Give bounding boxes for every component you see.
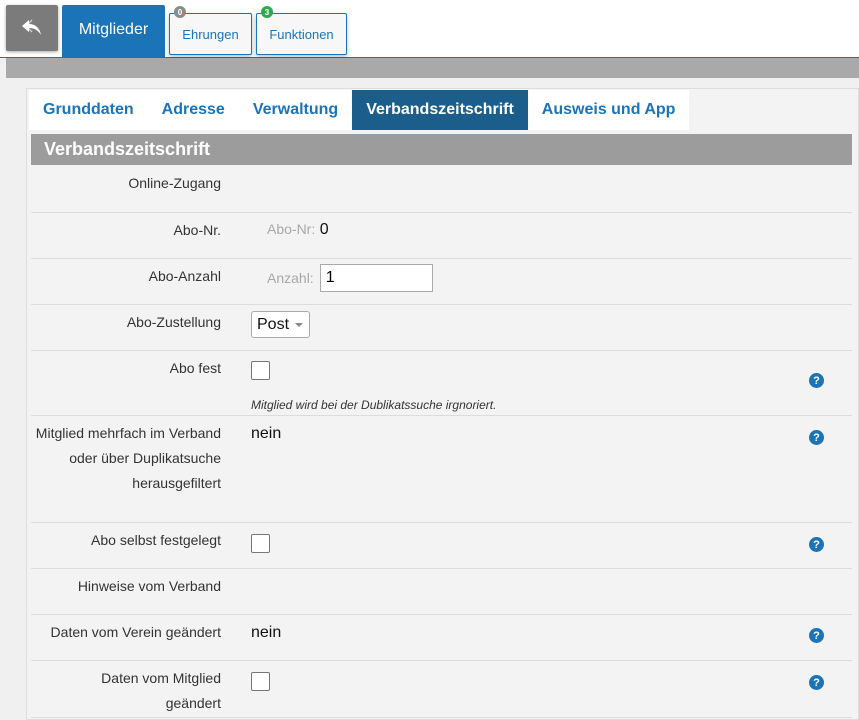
tab-mitglieder[interactable]: Mitglieder (62, 5, 165, 57)
abo-nr-prefix: Abo-Nr: (267, 221, 316, 237)
tab-funktionen[interactable]: 3 Funktionen (256, 6, 347, 55)
row-hinweise: Hinweise vom Verband (31, 569, 852, 615)
tab-ausweis-und-app[interactable]: Ausweis und App (527, 90, 690, 130)
ehrungen-count-badge: 0 (174, 6, 186, 18)
row-daten-mitglied: Daten vom Mitglied geändert ? (31, 661, 852, 718)
section-title: Verbandszeitschrift (31, 134, 852, 165)
row-online-zugang: Online-Zugang (31, 166, 852, 213)
tab-adresse[interactable]: Adresse (147, 90, 239, 130)
abo-zustellung-select[interactable]: Post (251, 311, 311, 338)
row-abo-selbst: Abo selbst festgelegt ? (31, 523, 852, 569)
tab-verwaltung[interactable]: Verwaltung (238, 90, 353, 130)
row-abo-zustellung: Abo-Zustellung Post (31, 305, 852, 351)
abo-zustellung-select-box[interactable]: Post (251, 311, 311, 338)
abo-anzahl-input[interactable] (319, 264, 433, 292)
abo-nr-label: Abo-Nr. (173, 222, 221, 238)
hinweise-label: Hinweise vom Verband (77, 578, 221, 594)
tab-verbandszeitschrift[interactable]: Verbandszeitschrift (352, 90, 528, 130)
tab-ehrungen-label: Ehrungen (182, 26, 239, 42)
abo-anzahl-label: Abo-Anzahl (148, 268, 221, 284)
abo-nr-value: 0 (319, 221, 329, 238)
help-icon[interactable]: ? (809, 675, 824, 690)
top-bar: Mitglieder 0 Ehrungen 3 Funktionen (0, 0, 859, 58)
row-abo-fest: Abo fest Mitglied wird bei der Dublikats… (31, 351, 852, 416)
daten-verein-value: nein (251, 624, 282, 641)
mitglied-mehrfach-value: nein (251, 425, 282, 442)
help-icon[interactable]: ? (809, 430, 824, 445)
help-icon[interactable]: ? (809, 537, 824, 552)
abo-selbst-checkbox[interactable] (251, 534, 270, 553)
abo-anzahl-group: Anzahl: (267, 264, 433, 292)
abo-fest-label: Abo fest (169, 360, 221, 376)
abo-zustellung-label: Abo-Zustellung (126, 314, 221, 330)
abo-zustellung-selected: Post (257, 315, 290, 333)
row-mitglied-mehrfach: Mitglied mehrfach im Verband oder über D… (31, 416, 852, 523)
section-tabs: Grunddaten Adresse Verwaltung Verbandsze… (29, 90, 690, 130)
row-abo-anzahl: Abo-Anzahl Anzahl: (31, 259, 852, 305)
abo-nr-value-group: Abo-Nr: 0 (267, 221, 329, 239)
tab-grunddaten[interactable]: Grunddaten (29, 90, 148, 130)
daten-verein-label: Daten vom Verein geändert (50, 624, 221, 640)
daten-mitglied-label: Daten vom Mitglied geändert (101, 670, 221, 711)
daten-mitglied-checkbox[interactable] (251, 672, 270, 691)
back-button[interactable] (6, 5, 58, 51)
header-divider-band (6, 58, 859, 78)
mitglied-mehrfach-label: Mitglied mehrfach im Verband oder über D… (35, 425, 221, 491)
caret-down-icon (295, 322, 304, 327)
row-abo-nr: Abo-Nr. Abo-Nr: 0 (31, 213, 852, 259)
help-icon[interactable]: ? (809, 373, 824, 388)
abo-fest-hint: Mitglied wird bei der Dublikatssuche irg… (251, 398, 497, 412)
abo-anzahl-prefix: Anzahl: (267, 270, 314, 286)
tab-ehrungen[interactable]: 0 Ehrungen (169, 6, 252, 55)
tab-mitglieder-label: Mitglieder (78, 21, 149, 38)
tab-funktionen-label: Funktionen (269, 26, 334, 42)
funktionen-count-badge: 3 (261, 6, 273, 18)
online-zugang-label: Online-Zugang (128, 175, 221, 191)
abo-fest-checkbox[interactable] (251, 361, 270, 380)
reply-arrow-icon (22, 19, 41, 35)
abo-selbst-label: Abo selbst festgelegt (91, 532, 221, 548)
help-icon[interactable]: ? (809, 628, 824, 643)
row-daten-verein: Daten vom Verein geändert nein ? (31, 615, 852, 661)
